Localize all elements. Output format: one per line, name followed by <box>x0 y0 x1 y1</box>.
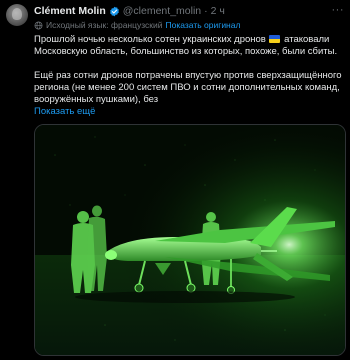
separator-dot: · <box>204 5 208 17</box>
more-options-icon[interactable]: ··· <box>332 4 345 16</box>
avatar[interactable] <box>6 4 28 26</box>
show-original-link[interactable]: Показать оригинал <box>166 20 241 30</box>
post-paragraph-1: Прошлой ночью несколько сотен украинских… <box>34 34 344 58</box>
post-text: Прошлой ночью несколько сотен украинских… <box>34 34 344 118</box>
author-name[interactable]: Clément Molin <box>34 5 106 17</box>
post-header: Clément Molin @clement_molin · 2 ч <box>34 4 225 18</box>
source-language-label: Исходный язык: французский <box>46 20 163 30</box>
post-paragraph-2: Ещё раз сотни дронов потрачены впустую п… <box>34 70 342 105</box>
show-more-link[interactable]: Показать ещё <box>34 106 344 118</box>
translation-line: Исходный язык: французский Показать ориг… <box>34 19 240 31</box>
author-handle[interactable]: @clement_molin <box>123 5 201 17</box>
night-vision-drone-photo <box>35 125 345 355</box>
post-text-part-1: Прошлой ночью несколько сотен украинских… <box>34 34 266 45</box>
post: Clément Molin @clement_molin · 2 ч ··· И… <box>0 0 350 360</box>
verified-badge-icon <box>109 6 120 17</box>
post-media-image[interactable] <box>34 124 346 356</box>
globe-icon <box>34 21 43 29</box>
ukraine-flag-icon <box>269 35 281 43</box>
post-time[interactable]: 2 ч <box>211 5 225 17</box>
